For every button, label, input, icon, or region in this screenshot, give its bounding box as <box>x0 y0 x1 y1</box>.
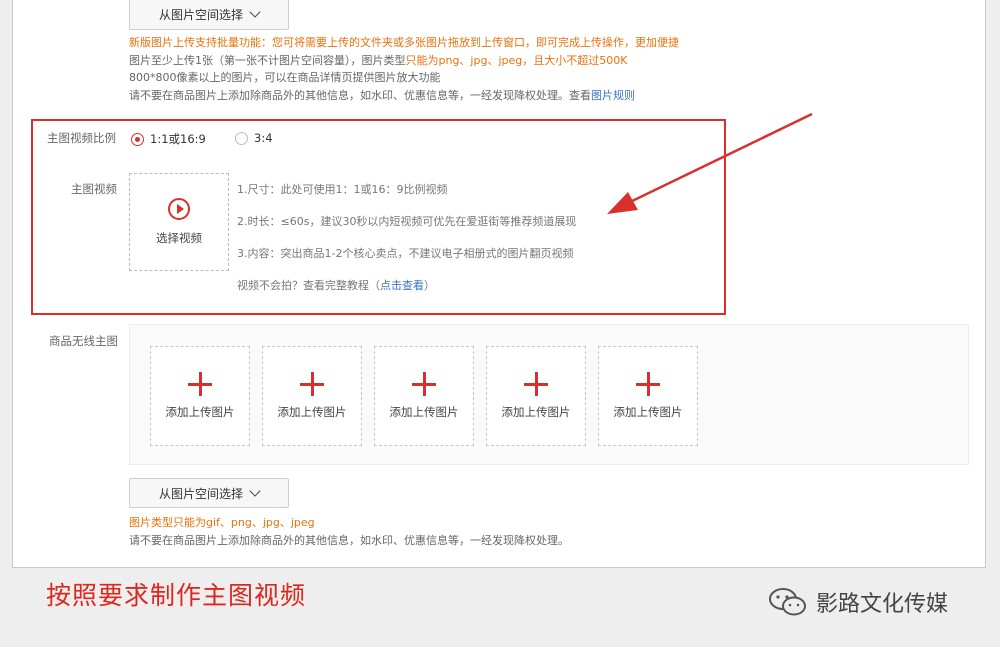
chevron-down-icon <box>249 484 261 497</box>
wireless-image-type-hint: 图片类型只能为gif、png、jpg、jpeg <box>129 515 315 530</box>
video-ratio-label: 主图视频比例 <box>47 131 116 145</box>
chevron-down-icon <box>249 5 261 18</box>
add-image-label: 添加上传图片 <box>613 405 683 419</box>
add-image-label: 添加上传图片 <box>165 405 235 419</box>
upload-count-text: 图片至少上传1张（第一张不计图片空间容量），图片类型 <box>129 54 406 67</box>
add-image-label: 添加上传图片 <box>277 405 347 419</box>
plus-icon <box>188 372 212 396</box>
upload-count-hint: 图片至少上传1张（第一张不计图片空间容量），图片类型只能为png、jpg、jpe… <box>129 53 627 68</box>
select-button-label: 从图片空间选择 <box>158 7 243 22</box>
select-from-image-space-button-top[interactable]: 从图片空间选择 <box>129 0 289 30</box>
video-content-info: 3.内容：突出商品1-2个核心卖点，不建议电子相册式的图片翻页视频 <box>237 247 574 260</box>
tutorial-link[interactable]: 点击查看 <box>380 279 424 292</box>
radio-unselected-icon <box>235 131 248 145</box>
wireless-image-area: 添加上传图片 添加上传图片 添加上传图片 添加上传图片 添加上传图片 <box>129 324 969 465</box>
play-circle-icon <box>168 198 190 220</box>
add-image-slot-5[interactable]: 添加上传图片 <box>598 346 698 446</box>
product-image-panel: 从图片空间选择 新版图片上传支持批量功能：您可将需要上传的文件夹或多张图片拖放到… <box>12 0 986 568</box>
tutorial-close-paren: ） <box>424 279 435 292</box>
brand-watermark: 影路文化传媒 <box>768 586 948 618</box>
select-from-image-space-button[interactable]: 从图片空间选择 <box>129 478 289 508</box>
add-image-slot-2[interactable]: 添加上传图片 <box>262 346 362 446</box>
no-watermark-hint: 请不要在商品图片上添加除商品外的其他信息，如水印、优惠信息等，一经发现降权处理。… <box>129 88 635 103</box>
radio-selected-icon <box>131 132 144 146</box>
video-tutorial-hint: 视频不会拍？查看完整教程（点击查看） <box>237 277 435 293</box>
wireless-no-watermark-hint: 请不要在商品图片上添加除商品外的其他信息，如水印、优惠信息等，一经发现降权处理。 <box>129 534 569 547</box>
no-watermark-text: 请不要在商品图片上添加除商品外的其他信息，如水印、优惠信息等，一经发现降权处理。… <box>129 89 591 102</box>
add-image-slot-1[interactable]: 添加上传图片 <box>150 346 250 446</box>
wireless-main-image-label: 商品无线主图 <box>49 334 118 348</box>
ratio-option-label: 3:4 <box>254 131 273 145</box>
video-size-info: 1.尺寸：此处可使用1：1或16：9比例视频 <box>237 183 448 196</box>
image-type-restriction: 只能为png、jpg、jpeg，且大小不超过500K <box>405 54 628 67</box>
ratio-option-3-4[interactable]: 3:4 <box>235 131 273 145</box>
plus-icon <box>524 372 548 396</box>
batch-upload-hint: 新版图片上传支持批量功能：您可将需要上传的文件夹或多张图片拖放到上传窗口，即可完… <box>129 36 679 49</box>
wechat-icon <box>769 588 806 616</box>
brand-name: 影路文化传媒 <box>816 592 949 617</box>
image-rules-link[interactable]: 图片规则 <box>591 89 635 102</box>
wireless-image-type-prefix: 图片类型 <box>129 516 173 529</box>
select-video-button[interactable]: 选择视频 <box>129 173 229 271</box>
add-image-label: 添加上传图片 <box>501 405 571 419</box>
zoom-hint: 800*800像素以上的图片，可以在商品详情页提供图片放大功能 <box>129 71 441 84</box>
add-image-slot-4[interactable]: 添加上传图片 <box>486 346 586 446</box>
video-duration-info: 2.时长：≤60s，建议30秒以内短视频可优先在爱逛街等推荐频道展现 <box>237 215 577 228</box>
add-image-label: 添加上传图片 <box>389 405 459 419</box>
plus-icon <box>300 372 324 396</box>
tutorial-text: 视频不会拍？查看完整教程（ <box>237 279 380 292</box>
plus-icon <box>412 372 436 396</box>
select-video-label: 选择视频 <box>156 231 202 245</box>
wireless-image-type-restriction: 只能为gif、png、jpg、jpeg <box>173 516 315 529</box>
ratio-option-label: 1:1或16:9 <box>150 132 206 146</box>
main-video-label: 主图视频 <box>71 182 117 196</box>
plus-icon <box>636 372 660 396</box>
ratio-option-1-1-16-9[interactable]: 1:1或16:9 <box>131 131 206 147</box>
caption-text: 按照要求制作主图视频 <box>46 581 307 610</box>
select-button-label: 从图片空间选择 <box>158 486 243 501</box>
add-image-slot-3[interactable]: 添加上传图片 <box>374 346 474 446</box>
